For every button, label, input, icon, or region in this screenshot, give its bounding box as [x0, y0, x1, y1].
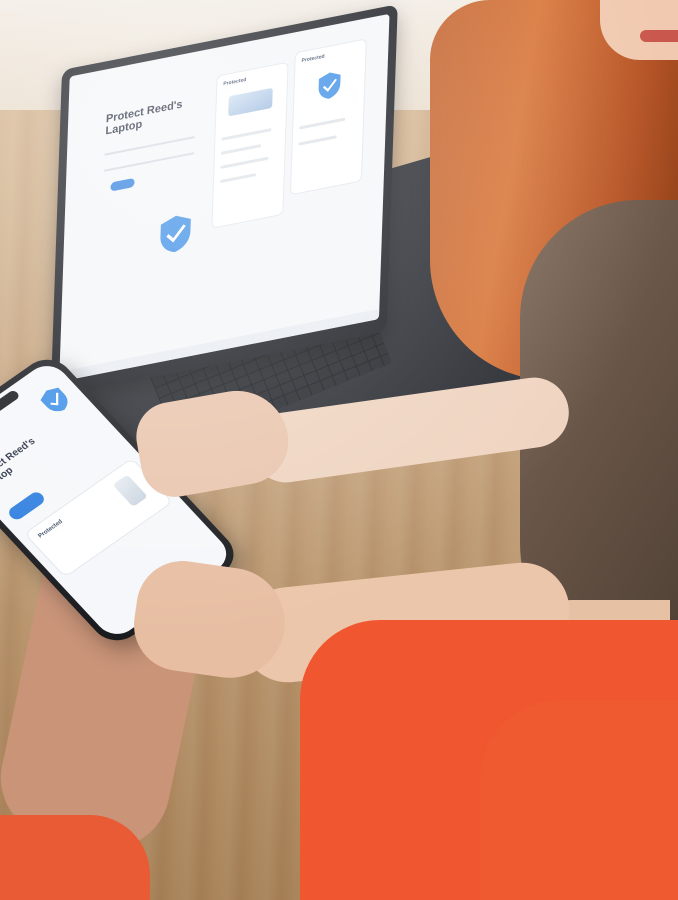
- card-line: [219, 173, 256, 184]
- card-line: [298, 135, 337, 146]
- laptop-device-image: [228, 87, 273, 117]
- card-line: [221, 128, 272, 141]
- phone-card-status: Protected: [37, 519, 65, 540]
- card-line: [299, 117, 346, 130]
- laptop-card2-status: Protected: [301, 53, 325, 65]
- orange-shirt: [480, 700, 678, 900]
- phone-notch: [0, 389, 21, 427]
- phone-primary-button[interactable]: [6, 489, 47, 522]
- laptop-primary-button[interactable]: [110, 177, 135, 192]
- device-image: [112, 474, 148, 507]
- laptop: Protect Reed's Laptop Protected Protecte…: [50, 4, 398, 398]
- shield-check-icon: [160, 215, 191, 253]
- orange-sleeve: [0, 815, 150, 900]
- photo-scene: Protect Reed's Laptop Protected Protecte…: [0, 0, 678, 900]
- laptop-protection-card[interactable]: Protected: [289, 38, 367, 196]
- laptop-display: Protect Reed's Laptop Protected Protecte…: [59, 13, 390, 382]
- card-line: [220, 156, 269, 170]
- woman-lips: [640, 30, 678, 42]
- card-line: [220, 144, 261, 155]
- laptop-body-text-lines: [104, 136, 195, 172]
- laptop-card-status: Protected: [223, 76, 247, 88]
- laptop-device-card[interactable]: Protected: [211, 61, 289, 229]
- shield-check-icon: [318, 72, 341, 99]
- shield-check-icon: [40, 387, 68, 412]
- laptop-title: Protect Reed's Laptop: [105, 98, 183, 138]
- phone-title: Protect Reed's Laptop: [0, 436, 38, 493]
